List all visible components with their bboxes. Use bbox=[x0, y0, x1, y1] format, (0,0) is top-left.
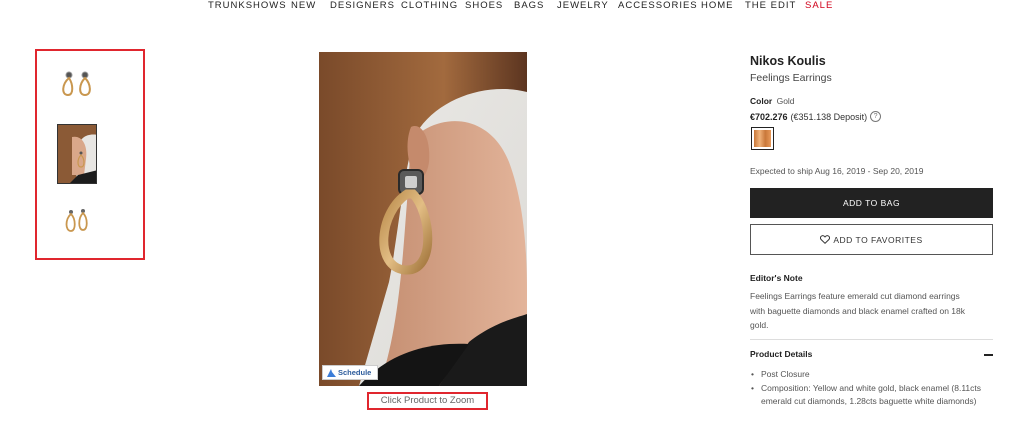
minus-icon[interactable] bbox=[984, 354, 993, 356]
list-item: Post Closure bbox=[750, 368, 995, 382]
color-value: Gold bbox=[776, 96, 795, 106]
color-swatch-gold[interactable] bbox=[751, 127, 774, 150]
price: €702.276 bbox=[750, 111, 788, 122]
product-details-title[interactable]: Product Details bbox=[750, 349, 812, 359]
price-row: €702.276 (€351.138 Deposit) ? bbox=[750, 111, 882, 122]
nav-item-new[interactable]: NEW bbox=[291, 0, 316, 11]
product-name: Feelings Earrings bbox=[750, 72, 832, 84]
editors-note-text: Feelings Earrings feature emerald cut di… bbox=[750, 291, 965, 330]
heart-icon bbox=[820, 235, 831, 244]
nav-item-accessories[interactable]: ACCESSORIES bbox=[618, 0, 698, 11]
add-to-bag-label: ADD TO BAG bbox=[842, 198, 901, 208]
section-divider bbox=[750, 339, 993, 340]
nav-item-designers[interactable]: DESIGNERS bbox=[330, 0, 395, 11]
earrings-pair-image bbox=[62, 71, 91, 97]
help-circle-icon[interactable]: ? bbox=[870, 111, 882, 122]
add-to-bag-button[interactable]: ADD TO BAG bbox=[750, 188, 993, 218]
nav-item-shoes[interactable]: SHOES bbox=[465, 0, 503, 11]
schedule-button[interactable]: Schedule bbox=[322, 365, 378, 380]
list-item: Composition: Yellow and white gold, blac… bbox=[750, 382, 995, 409]
shipping-estimate: Expected to ship Aug 16, 2019 - Sep 20, … bbox=[750, 166, 924, 176]
deposit: (€351.138 Deposit) bbox=[790, 111, 868, 122]
earrings-side-image bbox=[65, 209, 88, 232]
nav-item-jewelry[interactable]: JEWELRY bbox=[557, 0, 609, 11]
top-navigation: TRUNKSHOWS NEW DESIGNERS CLOTHING SHOES … bbox=[0, 0, 1024, 14]
color-row: Color Gold bbox=[750, 96, 795, 106]
model-earring-photo bbox=[319, 52, 527, 386]
nav-item-sale[interactable]: SALE bbox=[805, 0, 833, 11]
color-label: Color bbox=[750, 96, 773, 106]
thumbnail-earrings-front[interactable] bbox=[59, 70, 95, 98]
thumbnail-earrings-side[interactable] bbox=[62, 207, 92, 234]
nav-item-bags[interactable]: BAGS bbox=[514, 0, 544, 11]
nav-item-trunkshows[interactable]: TRUNKSHOWS bbox=[208, 0, 287, 11]
designer-name[interactable]: Nikos Koulis bbox=[750, 54, 826, 68]
main-product-image[interactable] bbox=[319, 52, 527, 386]
nav-item-clothing[interactable]: CLOTHING bbox=[401, 0, 458, 11]
product-details-list: Post Closure Composition: Yellow and whi… bbox=[750, 368, 995, 409]
thumbnail-model-wearing[interactable] bbox=[57, 124, 97, 184]
nav-item-the-edit[interactable]: THE EDIT bbox=[745, 0, 796, 11]
nav-item-home[interactable]: HOME bbox=[701, 0, 734, 11]
add-to-favorites-label: ADD TO FAVORITES bbox=[833, 234, 923, 245]
model-thumbnail-image bbox=[58, 125, 96, 183]
schedule-label: Schedule bbox=[338, 368, 372, 377]
editors-note-title: Editor's Note bbox=[750, 273, 803, 283]
schedule-icon bbox=[327, 368, 336, 377]
add-to-favorites-button[interactable]: ADD TO FAVORITES bbox=[750, 224, 993, 255]
click-to-zoom-text[interactable]: Click Product to Zoom bbox=[367, 395, 488, 406]
